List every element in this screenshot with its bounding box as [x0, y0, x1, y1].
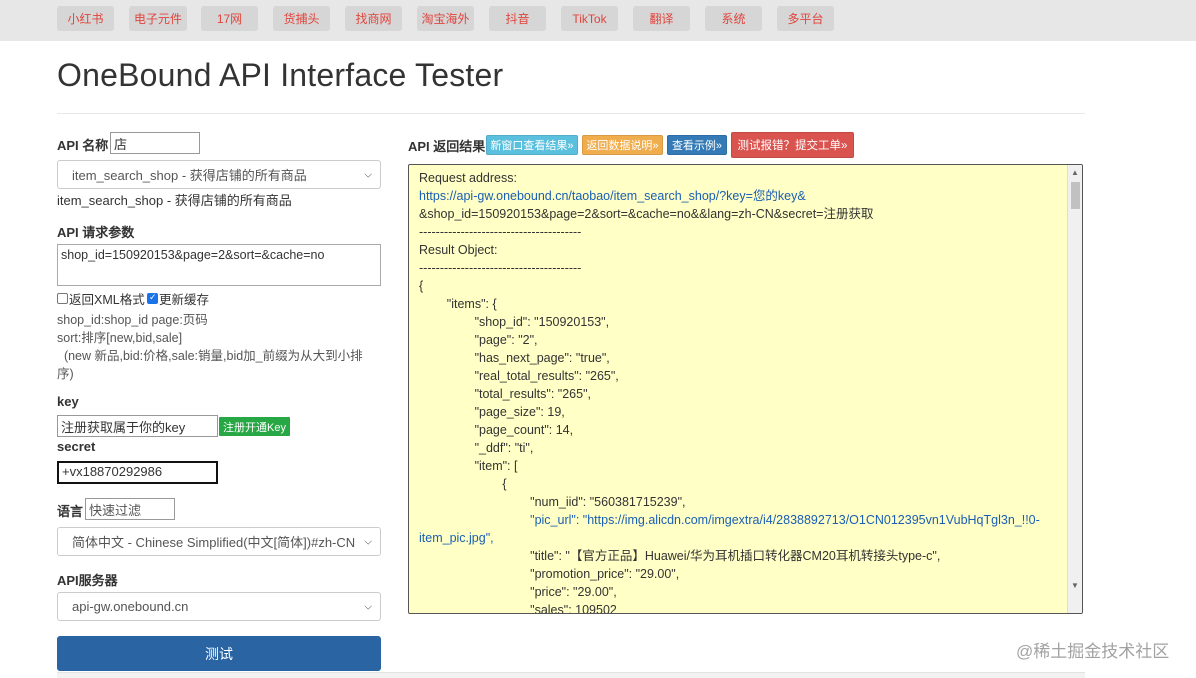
language-select-value: 简体中文 - Chinese Simplified(中文[简体])#zh-CN [72, 535, 356, 550]
result-line: "has_next_page": "true", [419, 351, 610, 365]
bottom-divider [57, 672, 1085, 678]
server-select[interactable]: api-gw.onebound.cn ⌵ [57, 592, 381, 621]
params-help-line-1: shop_id:shop_id page:页码 [57, 313, 208, 327]
result-line: --------------------------------------- [419, 261, 582, 275]
result-label: API 返回结果 [408, 139, 486, 154]
result-line: "num_iid": "560381715239", [419, 495, 686, 509]
api-name-label: API 名称 [57, 138, 109, 153]
result-line: "page": "2", [419, 333, 538, 347]
result-line: { [419, 477, 507, 491]
nav-system[interactable]: 系统 [705, 6, 762, 31]
scroll-thumb[interactable] [1071, 182, 1080, 209]
top-nav-bar: 小红书 电子元件 17网 货捕头 找商网 淘宝海外 抖音 TikTok 翻译 系… [0, 0, 1196, 41]
params-help-line-4: 序) [57, 367, 74, 381]
result-line: Result Object: [419, 243, 498, 257]
xml-format-label: 返回XML格式 [69, 293, 145, 307]
refresh-cache-checkbox[interactable]: 更新缓存 [147, 289, 209, 308]
api-name-filter-input[interactable]: 店 [110, 132, 200, 154]
result-line: --------------------------------------- [419, 225, 582, 239]
result-line: "shop_id": "150920153", [419, 315, 610, 329]
result-line: Request address: [419, 171, 517, 185]
checkbox-unchecked-icon [57, 293, 68, 304]
result-line: &shop_id=150920153&page=2&sort=&cache=no… [419, 207, 874, 221]
nav-zhaoshang[interactable]: 找商网 [345, 6, 402, 31]
title-divider [57, 113, 1085, 114]
nav-electronics[interactable]: 电子元件 [129, 6, 187, 31]
nav-17wang[interactable]: 17网 [201, 6, 258, 31]
nav-tiktok[interactable]: TikTok [561, 6, 618, 31]
params-help-line-3: (new 新品,bid:价格,sale:销量,bid加_前缀为从大到小排 [57, 349, 363, 363]
scroll-up-icon[interactable]: ▲ [1071, 168, 1079, 177]
result-content: Request address: https://api-gw.onebound.… [419, 169, 1067, 614]
result-line: https://api-gw.onebound.cn/taobao/item_s… [419, 189, 806, 203]
nav-multiplatform[interactable]: 多平台 [777, 6, 834, 31]
result-line: "_ddf": "ti", [419, 441, 534, 455]
chevron-down-icon: ⌵ [364, 536, 372, 547]
server-select-value: api-gw.onebound.cn [72, 599, 189, 614]
result-line: "items": { [419, 297, 497, 311]
result-output-box[interactable]: Request address: https://api-gw.onebound.… [408, 164, 1083, 614]
test-button[interactable]: 测试 [57, 636, 381, 671]
api-select[interactable]: item_search_shop - 获得店铺的所有商品 ⌵ [57, 160, 381, 189]
nav-xiaohongshu[interactable]: 小红书 [57, 6, 114, 31]
chevron-down-icon: ⌵ [364, 169, 372, 180]
checkbox-checked-icon [147, 292, 158, 304]
result-line: "page_size": 19, [419, 405, 565, 419]
secret-input[interactable]: +vx18870292986 [57, 461, 218, 484]
result-line: "item": [ [419, 459, 518, 473]
result-line: "sales": 109502 [419, 603, 617, 614]
result-line: { [419, 279, 424, 293]
result-line: "title": "【官方正品】Huawei/华为耳机插口转化器CM20耳机转接… [419, 549, 941, 563]
result-line: "price": "29.00", [419, 585, 617, 599]
nav-translate[interactable]: 翻译 [633, 6, 690, 31]
result-line: "promotion_price": "29.00", [419, 567, 680, 581]
result-scrollbar[interactable]: ▲ ▼ [1067, 165, 1082, 613]
api-select-value: item_search_shop - 获得店铺的所有商品 [72, 168, 307, 183]
result-line: "pic_url": "https://img.alicdn.com/imgex… [419, 513, 1040, 527]
refresh-cache-label: 更新缓存 [159, 293, 210, 307]
nav-taobao-overseas[interactable]: 淘宝海外 [417, 6, 474, 31]
key-input[interactable]: 注册获取属于你的key [57, 415, 218, 437]
result-line: "real_total_results": "265", [419, 369, 619, 383]
language-filter-input[interactable]: 快速过滤 [85, 498, 175, 520]
api-description: item_search_shop - 获得店铺的所有商品 [57, 193, 292, 208]
submit-ticket-button[interactable]: 测试报错？提交工单» [731, 132, 854, 158]
watermark: @稀土掘金技术社区 [1016, 642, 1170, 661]
params-help-line-2: sort:排序[new,bid,sale] [57, 331, 183, 345]
language-select[interactable]: 简体中文 - Chinese Simplified(中文[简体])#zh-CN … [57, 527, 381, 556]
language-label: 语言 [57, 504, 84, 519]
result-line: "page_count": 14, [419, 423, 574, 437]
server-label: API服务器 [57, 573, 118, 588]
nav-huobutou[interactable]: 货捕头 [273, 6, 330, 31]
params-label: API 请求参数 [57, 225, 135, 240]
chevron-down-icon: ⌵ [364, 601, 372, 612]
data-description-button[interactable]: 返回数据说明» [582, 135, 663, 155]
secret-label: secret [57, 439, 96, 454]
xml-format-checkbox[interactable]: 返回XML格式 [57, 289, 145, 308]
key-label: key [57, 394, 79, 409]
nav-douyin[interactable]: 抖音 [489, 6, 546, 31]
open-new-window-button[interactable]: 新窗口查看结果» [486, 135, 578, 155]
result-line: item_pic.jpg", [419, 531, 494, 545]
page-title: OneBound API Interface Tester [57, 57, 504, 93]
result-line: "total_results": "265", [419, 387, 591, 401]
params-textarea[interactable]: shop_id=150920153&page=2&sort=&cache=no [57, 244, 381, 286]
view-example-button[interactable]: 查看示例» [667, 135, 727, 155]
register-key-button[interactable]: 注册开通Key [219, 417, 290, 436]
scroll-down-icon[interactable]: ▼ [1071, 581, 1079, 590]
